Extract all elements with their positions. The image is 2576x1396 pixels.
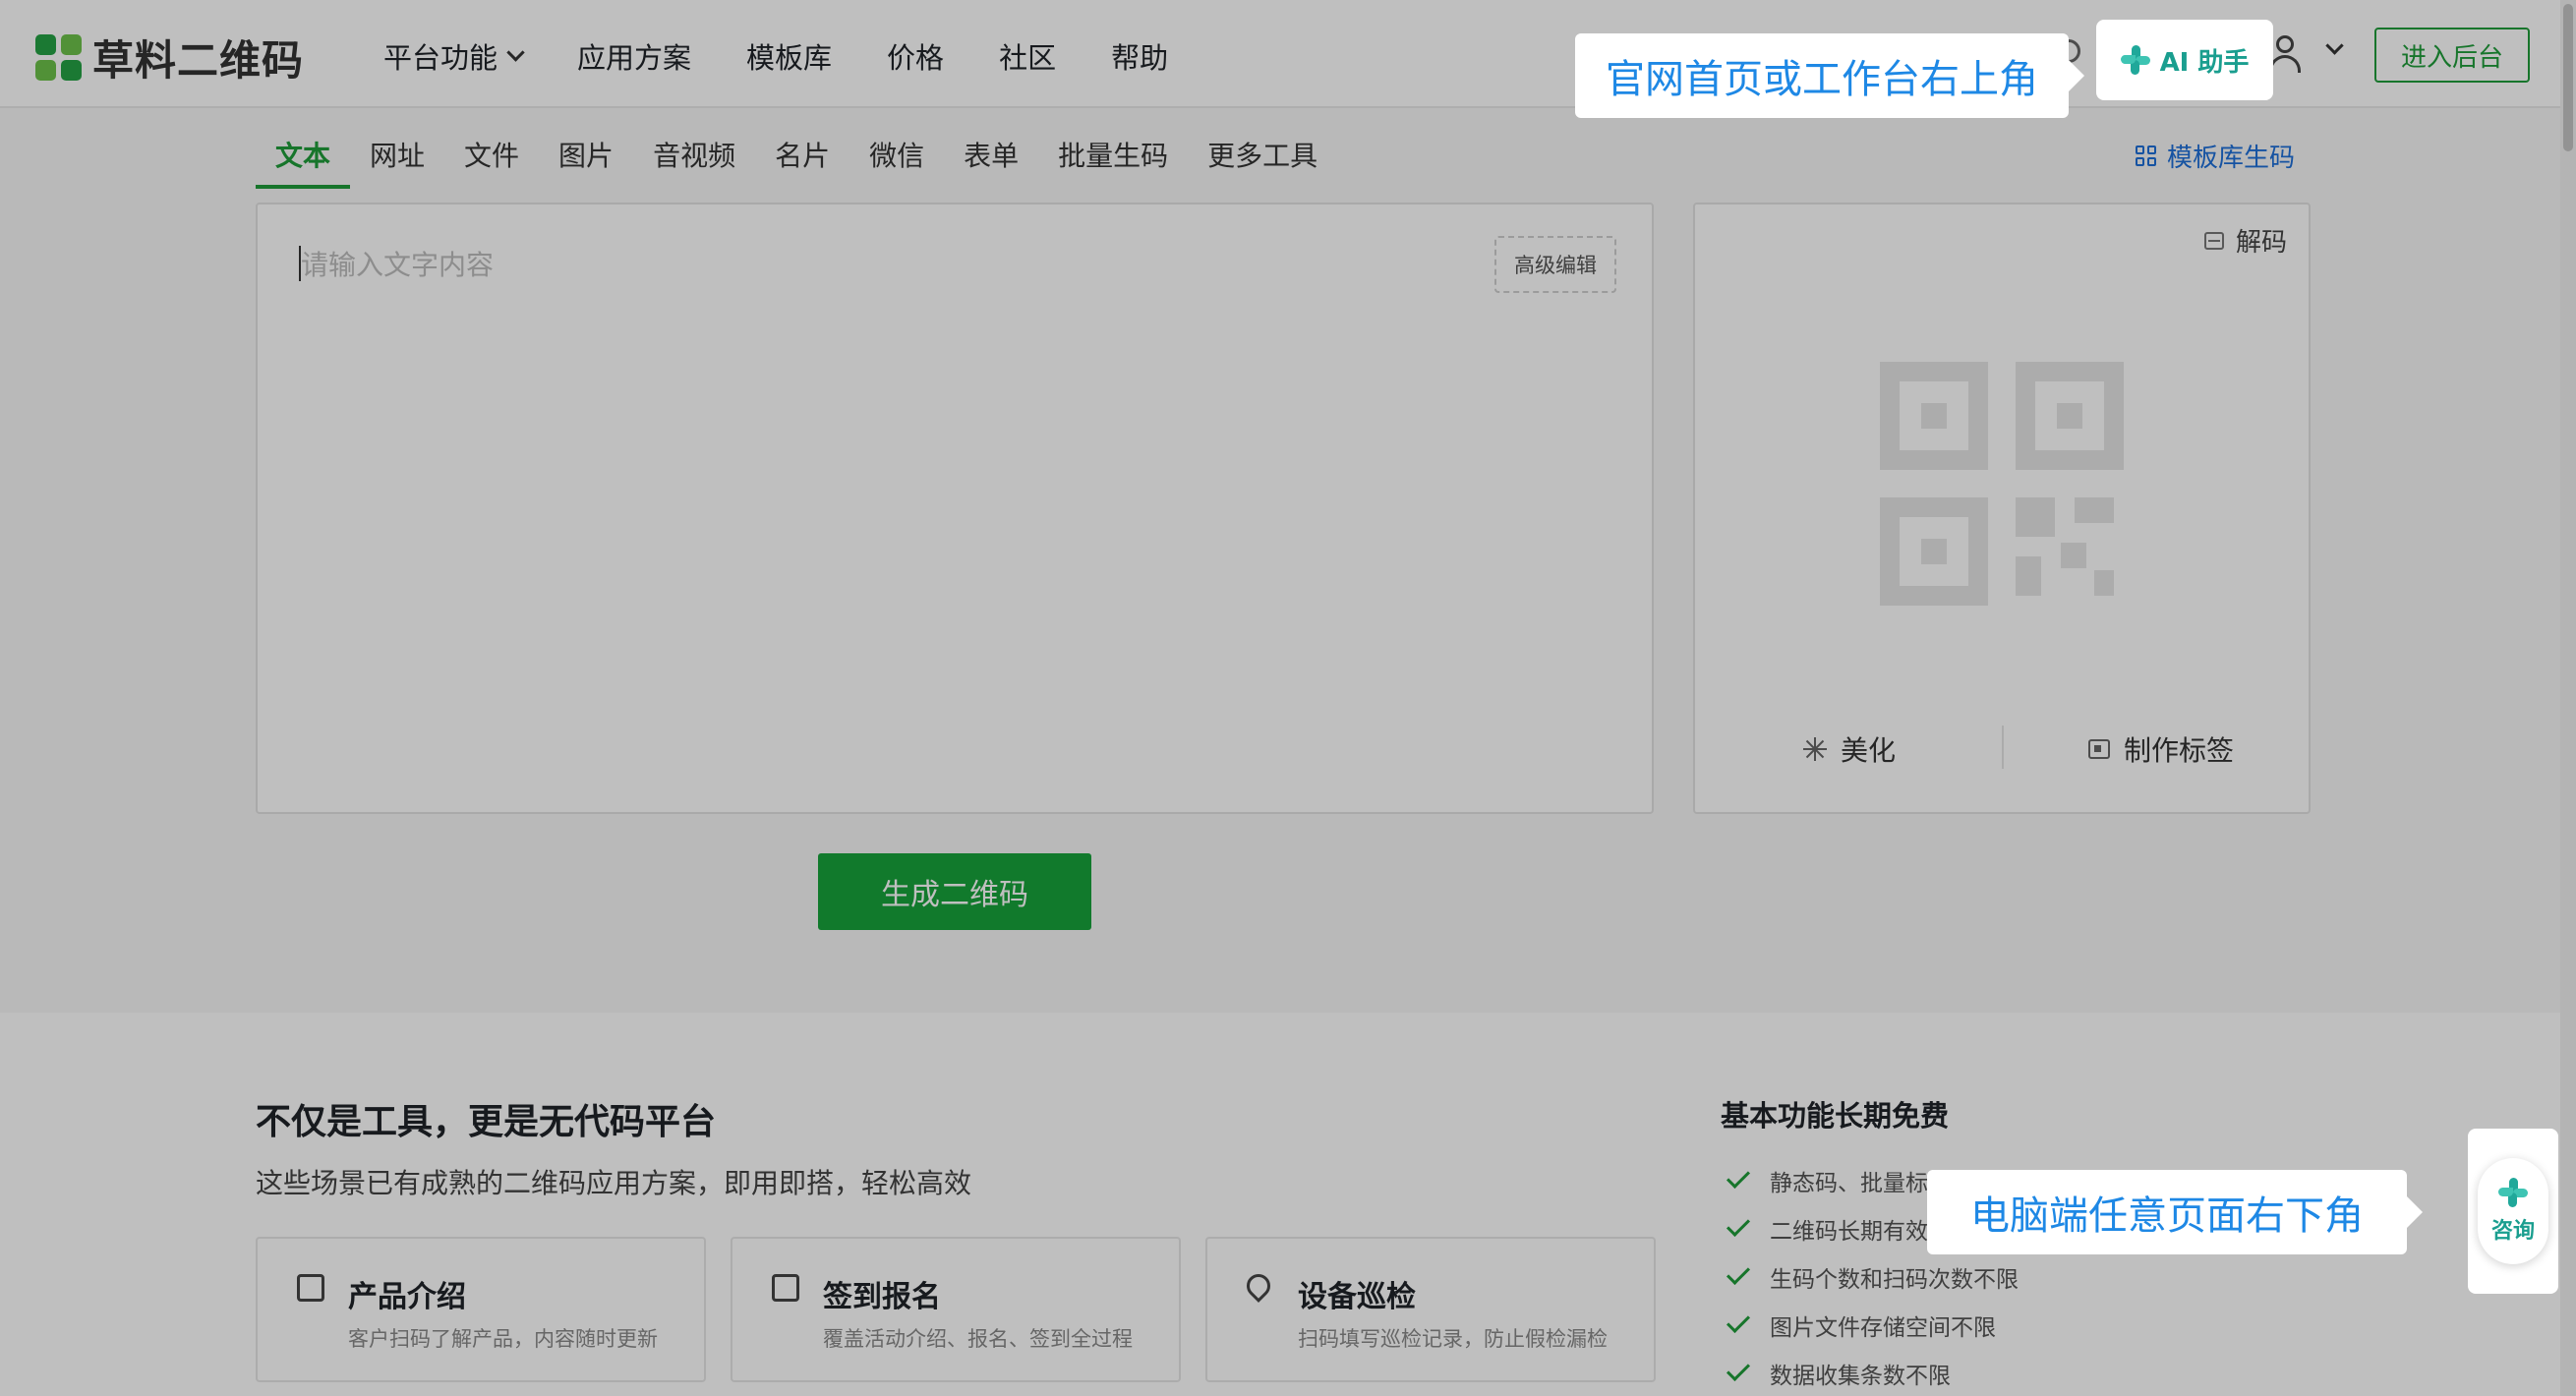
tab-image[interactable]: 图片: [539, 136, 633, 189]
scrollbar-thumb[interactable]: [2563, 4, 2573, 151]
check-icon: [1726, 1309, 1751, 1333]
qr-preview-panel: 解码 美化 制作标签: [1693, 203, 2311, 814]
nav-item-pricing[interactable]: 价格: [887, 35, 944, 77]
enter-backend-button[interactable]: 进入后台: [2374, 28, 2530, 83]
nav-item-solutions[interactable]: 应用方案: [577, 35, 691, 77]
chevron-down-icon[interactable]: [2325, 36, 2344, 55]
tab-audio-video[interactable]: 音视频: [633, 136, 755, 189]
solution-card-inspection[interactable]: 设备巡检 扫码填写巡检记录，防止假检漏检: [1205, 1237, 1656, 1382]
nav-item-templates[interactable]: 模板库: [746, 35, 832, 77]
nav-item-community[interactable]: 社区: [999, 35, 1056, 77]
qr-type-tabs: 文本 网址 文件 图片 音视频 名片 微信 表单 批量生码 更多工具: [256, 136, 1337, 189]
advanced-edit-button[interactable]: 高级编辑: [1494, 236, 1616, 293]
text-input-area[interactable]: 请输入文字内容 高级编辑: [256, 203, 1654, 814]
location-icon: [1242, 1269, 1275, 1303]
make-label-button[interactable]: 制作标签: [2088, 729, 2234, 769]
check-icon: [1726, 1164, 1751, 1189]
tab-text[interactable]: 文本: [256, 136, 351, 189]
sparkle-icon: [1803, 737, 1827, 761]
chevron-down-icon: [506, 42, 525, 62]
list-item: 数据收集条数不限: [1726, 1349, 2109, 1396]
main-nav: 平台功能 应用方案 模板库 价格 社区 帮助: [383, 35, 1168, 77]
section-subtitle: 这些场景已有成熟的二维码应用方案，即用即搭，轻松高效: [256, 1167, 972, 1199]
tab-batch[interactable]: 批量生码: [1038, 136, 1188, 189]
tab-url[interactable]: 网址: [350, 136, 444, 189]
nav-item-help[interactable]: 帮助: [1111, 35, 1168, 77]
check-icon: [1726, 1212, 1751, 1237]
site-logo[interactable]: 草料二维码: [35, 28, 304, 87]
check-icon: [1726, 1357, 1751, 1381]
list-item: 生码个数和扫码次数不限: [1726, 1252, 2109, 1301]
nav-item-platform[interactable]: 平台功能: [383, 35, 525, 77]
callout-bottom: 电脑端任意页面右下角: [1927, 1170, 2423, 1254]
pinwheel-icon: [2498, 1178, 2528, 1207]
tab-business-card[interactable]: 名片: [755, 136, 849, 189]
tab-more-tools[interactable]: 更多工具: [1188, 136, 1337, 189]
callout-top: 官网首页或工作台右上角: [1575, 33, 2084, 118]
generate-qr-button[interactable]: 生成二维码: [818, 853, 1091, 930]
consult-button[interactable]: 咨询: [2478, 1158, 2548, 1264]
logo-icon: [35, 33, 83, 82]
decode-button[interactable]: 解码: [2203, 222, 2287, 259]
check-icon: [1726, 1260, 1751, 1285]
qr-placeholder-icon: [1880, 362, 2124, 606]
beautify-button[interactable]: 美化: [1803, 729, 1896, 769]
solution-card-product[interactable]: 产品介绍 客户扫码了解产品，内容随时更新: [256, 1237, 706, 1382]
free-features-title: 基本功能长期免费: [1721, 1099, 1950, 1133]
label-icon: [2088, 739, 2110, 759]
grid-icon: [2136, 145, 2157, 167]
solution-card-signup[interactable]: 签到报名 覆盖活动介绍、报名、签到全过程: [731, 1237, 1181, 1382]
template-library-link[interactable]: 模板库生码: [2136, 138, 2295, 174]
section-title: 不仅是工具，更是无代码平台: [256, 1102, 717, 1142]
signup-icon: [772, 1274, 799, 1302]
tab-form[interactable]: 表单: [944, 136, 1038, 189]
page-scrollbar[interactable]: [2560, 0, 2576, 1396]
product-icon: [297, 1274, 324, 1302]
pinwheel-icon: [2120, 45, 2150, 75]
consult-widget[interactable]: 咨询: [2468, 1129, 2558, 1294]
logo-text: 草料二维码: [92, 36, 305, 85]
tab-wechat[interactable]: 微信: [849, 136, 944, 189]
list-item: 图片文件存储空间不限: [1726, 1301, 2109, 1349]
tab-file[interactable]: 文件: [444, 136, 539, 189]
text-input-placeholder: 请输入文字内容: [301, 249, 495, 281]
ai-assistant-button[interactable]: AI 助手: [2096, 20, 2273, 100]
scan-icon: [2203, 231, 2224, 250]
divider: [2002, 726, 2004, 769]
